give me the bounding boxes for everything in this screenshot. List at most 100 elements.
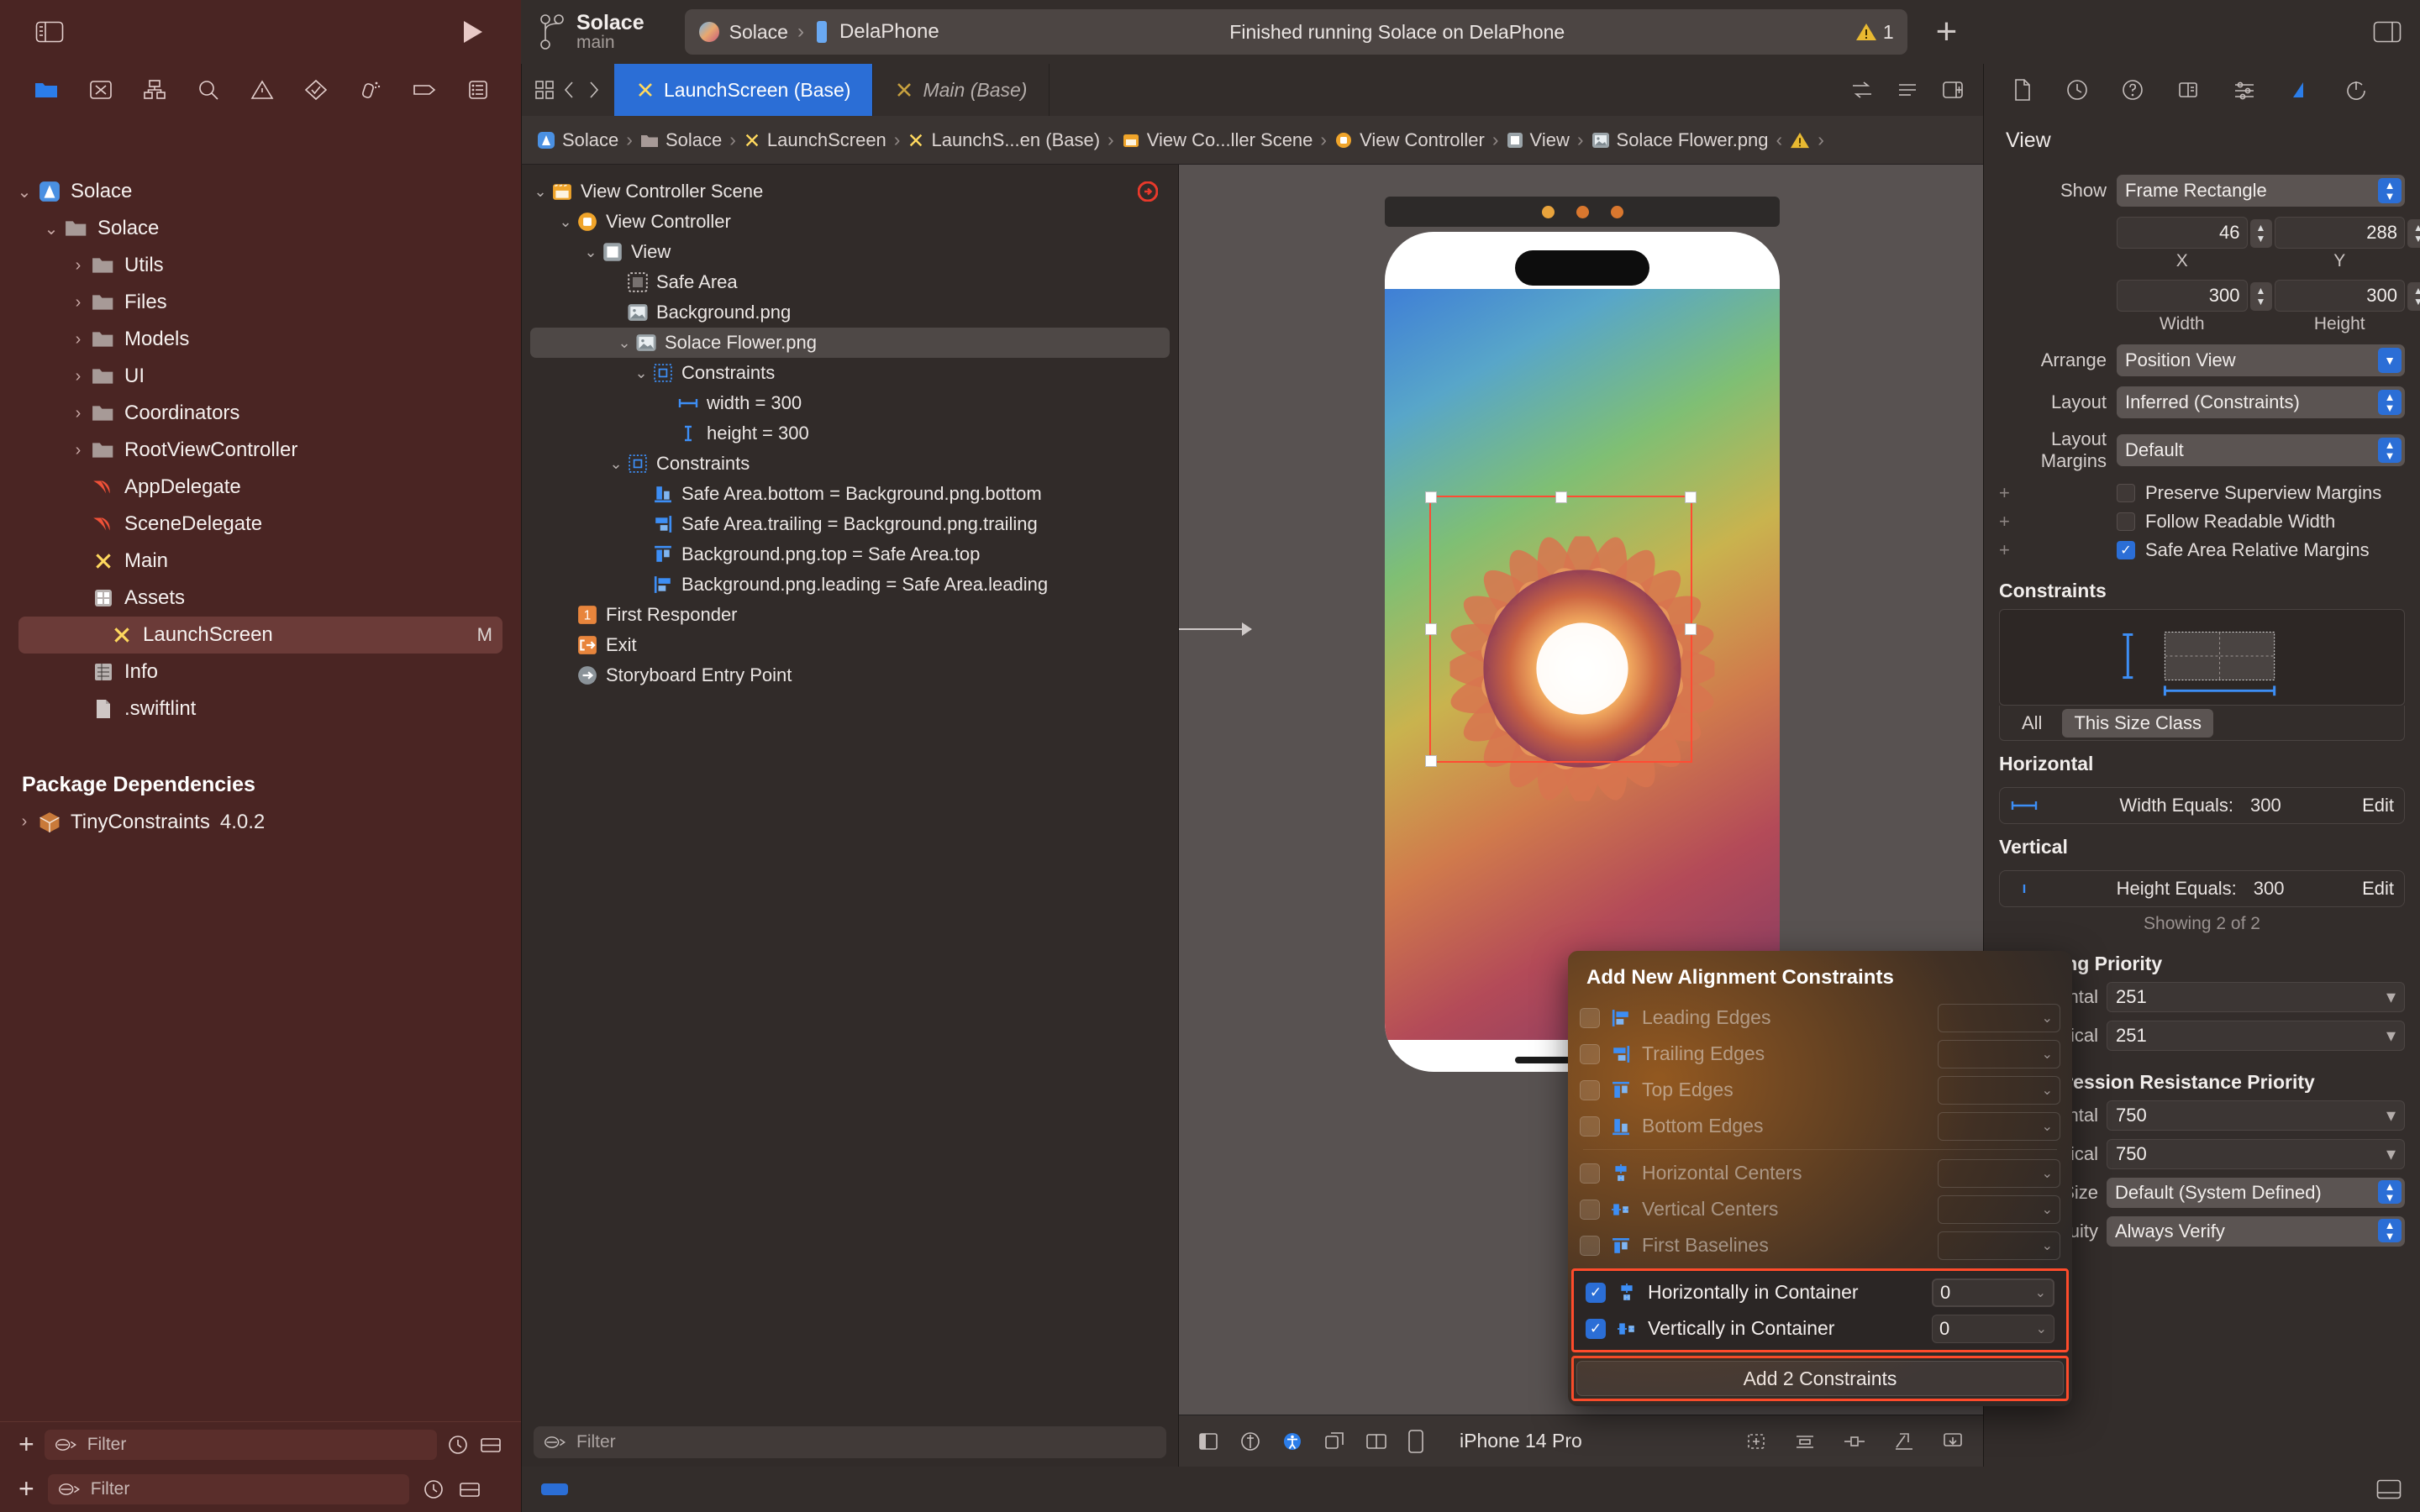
alignment-value-select[interactable]: 0 ⌄ [1932,1314,2054,1343]
alignment-row-top-edges[interactable]: Top Edges ⌄ [1568,1072,2072,1108]
width-field[interactable]: 300 ▲ ▼ [2117,280,2272,312]
stepper-icon[interactable]: ▲▼ [2249,282,2272,311]
resize-handle[interactable] [1425,755,1437,767]
device-orientation-icon[interactable] [1407,1429,1424,1453]
outline-item-view-controller-scene[interactable]: ⌄ View Controller Scene [522,176,1178,207]
zoom-icon[interactable] [1323,1431,1345,1452]
alignment-row-horizontal-centers[interactable]: Horizontal Centers ⌄ [1568,1155,2072,1191]
view-as-icon[interactable] [1197,1431,1219,1452]
add-variation-button[interactable]: + [1999,511,2010,533]
alignment-value-select[interactable]: ⌄ [1938,1194,2060,1224]
checkbox[interactable] [1580,1079,1600,1100]
chevron-down-icon[interactable]: ▼ [2378,348,2402,373]
outline-item-solace-flower-png[interactable]: ⌄ Solace Flower.png [530,328,1170,358]
chevron-down-icon[interactable]: ▾ [2386,1025,2396,1047]
outline-item-background-png-leading-safe-area-leading[interactable]: Background.png.leading = Safe Area.leadi… [522,570,1178,600]
alignment-value-select[interactable]: ⌄ [1938,1039,2060,1068]
chevron-right-icon[interactable]: › [67,404,89,423]
height-field[interactable]: 300 ▲▼ [2274,280,2420,312]
checkbox[interactable] [1580,1043,1600,1064]
intrinsic-size-popup[interactable]: Default (System Defined) ▲ ▼ [2107,1178,2405,1208]
outline-item-safe-area-trailing-background-png-traili[interactable]: Safe Area.trailing = Background.png.trai… [522,509,1178,539]
height-constraint-edit-button[interactable]: Edit [2362,878,2394,900]
width-constraint-row[interactable]: Width Equals: 300 Edit [1999,787,2405,824]
minimap-icon[interactable] [1896,79,1919,101]
checkbox-row-follow-readable-width[interactable]: + Follow Readable Width [1984,511,2420,533]
entry-point-badge[interactable] [1138,181,1158,202]
selection-rectangle[interactable] [1425,491,1697,767]
chevron-down-icon[interactable]: ⌄ [2042,1082,2053,1099]
outline-tree[interactable]: ⌄ View Controller Scene ⌄ View Controller ⌄ V… [522,165,1178,1418]
resize-handle[interactable] [1555,491,1567,503]
checkbox[interactable]: ✓ [1586,1282,1606,1303]
chevron-down-icon[interactable]: ▾ [2386,986,2396,1008]
navigator-item-solace[interactable]: ⌄ Solace [0,173,521,210]
stepper-icon[interactable]: ▲▼ [2407,219,2420,248]
breadcrumb-item-scene[interactable]: View Co...ller Scene [1122,129,1313,151]
chevron-right-icon[interactable]: › [67,367,89,386]
outline-item-constraints[interactable]: ⌄ Constraints [522,449,1178,479]
outline-item-safe-area-bottom-background-png-bottom[interactable]: Safe Area.bottom = Background.png.bottom [522,479,1178,509]
toggle-inspector-button[interactable] [2373,20,2402,44]
chevron-right-icon[interactable]: › [67,441,89,460]
stepper-icon[interactable]: ▲▼ [2378,390,2402,415]
chevron-down-icon[interactable]: ⌄ [2035,1284,2046,1301]
navigator-item-appdelegate[interactable]: AppDelegate [0,469,521,506]
toggle-debug-area-button[interactable] [2376,1479,2402,1499]
chevron-down-icon[interactable]: ⌄ [606,455,626,473]
chevron-down-icon[interactable]: ⌄ [40,218,62,239]
add-editor-icon[interactable] [1941,79,1965,101]
resize-handle[interactable] [1425,491,1437,503]
alignment-row-vertical-centers[interactable]: Vertical Centers ⌄ [1568,1191,2072,1227]
navigator-item-models[interactable]: › Models [0,321,521,358]
hugging-horizontal-field[interactable]: 251 ▾ [2107,982,2405,1012]
navigator-item-info[interactable]: Info [0,654,521,690]
compression-horizontal-field[interactable]: 750 ▾ [2107,1100,2405,1131]
alignment-row-first-baselines[interactable]: First Baselines ⌄ [1568,1227,2072,1263]
layout-popup[interactable]: Inferred (Constraints) ▲ ▼ [2117,386,2405,418]
scheme-destination-bar[interactable]: Solace › DelaPhone Finished running Sola… [684,9,1907,55]
navigator-item-rootviewcontroller[interactable]: › RootViewController [0,432,521,469]
align-icon[interactable] [1793,1431,1817,1452]
toggle-navigator-button[interactable] [35,20,64,44]
navigator-item-coordinators[interactable]: › Coordinators [0,395,521,432]
chevron-right-icon[interactable]: › [67,256,89,276]
breakpoint-navigator-icon[interactable] [412,79,437,101]
chevron-right-icon[interactable]: › [67,330,89,349]
embed-in-icon[interactable] [1941,1431,1965,1452]
checkbox[interactable]: ✓ [1586,1318,1606,1339]
variations-icon[interactable] [1239,1431,1261,1452]
report-navigator-icon[interactable] [467,79,489,101]
checkbox[interactable]: ✓ [2117,541,2135,559]
layout-margins-popup[interactable]: Default ▲ ▼ [2117,434,2405,466]
alignment-row-horizontally-in-container[interactable]: ✓ Horizontally in Container 0 ⌄ [1574,1274,2066,1310]
identity-inspector-icon[interactable] [2177,79,2199,101]
scheme-selector[interactable]: Solace › [698,20,804,44]
split-icon[interactable] [1365,1431,1387,1452]
alignment-value-select[interactable]: ⌄ [1938,1075,2060,1105]
outline-item-background-png-top-safe-area-top[interactable]: Background.png.top = Safe Area.top [522,539,1178,570]
show-popup[interactable]: Frame Rectangle ▲ ▼ [2117,175,2405,207]
issue-navigator-icon[interactable] [250,79,274,101]
package-list[interactable]: › TinyConstraints 4.0.2 [0,804,521,841]
test-navigator-icon[interactable] [304,79,328,101]
navigator-item-ui[interactable]: › UI [0,358,521,395]
navigator-item-assets[interactable]: Assets [0,580,521,617]
scope-size-class[interactable]: This Size Class [2062,708,2214,738]
go-back-icon[interactable] [560,79,579,101]
outline-item-constraints[interactable]: ⌄ Constraints [522,358,1178,388]
chevron-down-icon[interactable]: ⌄ [614,334,634,352]
navigator-item-swiftlint[interactable]: .swiftlint [0,690,521,727]
navigator-filter-input[interactable]: Filter [44,1429,437,1460]
add-file-button[interactable]: + [18,1431,34,1457]
add-constraints-button[interactable]: Add 2 Constraints [1576,1361,2064,1396]
add-button[interactable]: + [1923,13,1971,50]
navigator-item-files[interactable]: › Files [0,284,521,321]
add-button[interactable]: + [18,1475,34,1502]
status-filter-input[interactable]: Filter [47,1474,409,1504]
breadcrumb-item-group[interactable]: Solace [640,129,722,151]
arrange-popup[interactable]: Position View ▼ [2117,344,2405,376]
outline-item-exit[interactable]: Exit [522,630,1178,660]
go-forward-icon[interactable] [584,79,602,101]
checkbox[interactable] [1580,1235,1600,1256]
